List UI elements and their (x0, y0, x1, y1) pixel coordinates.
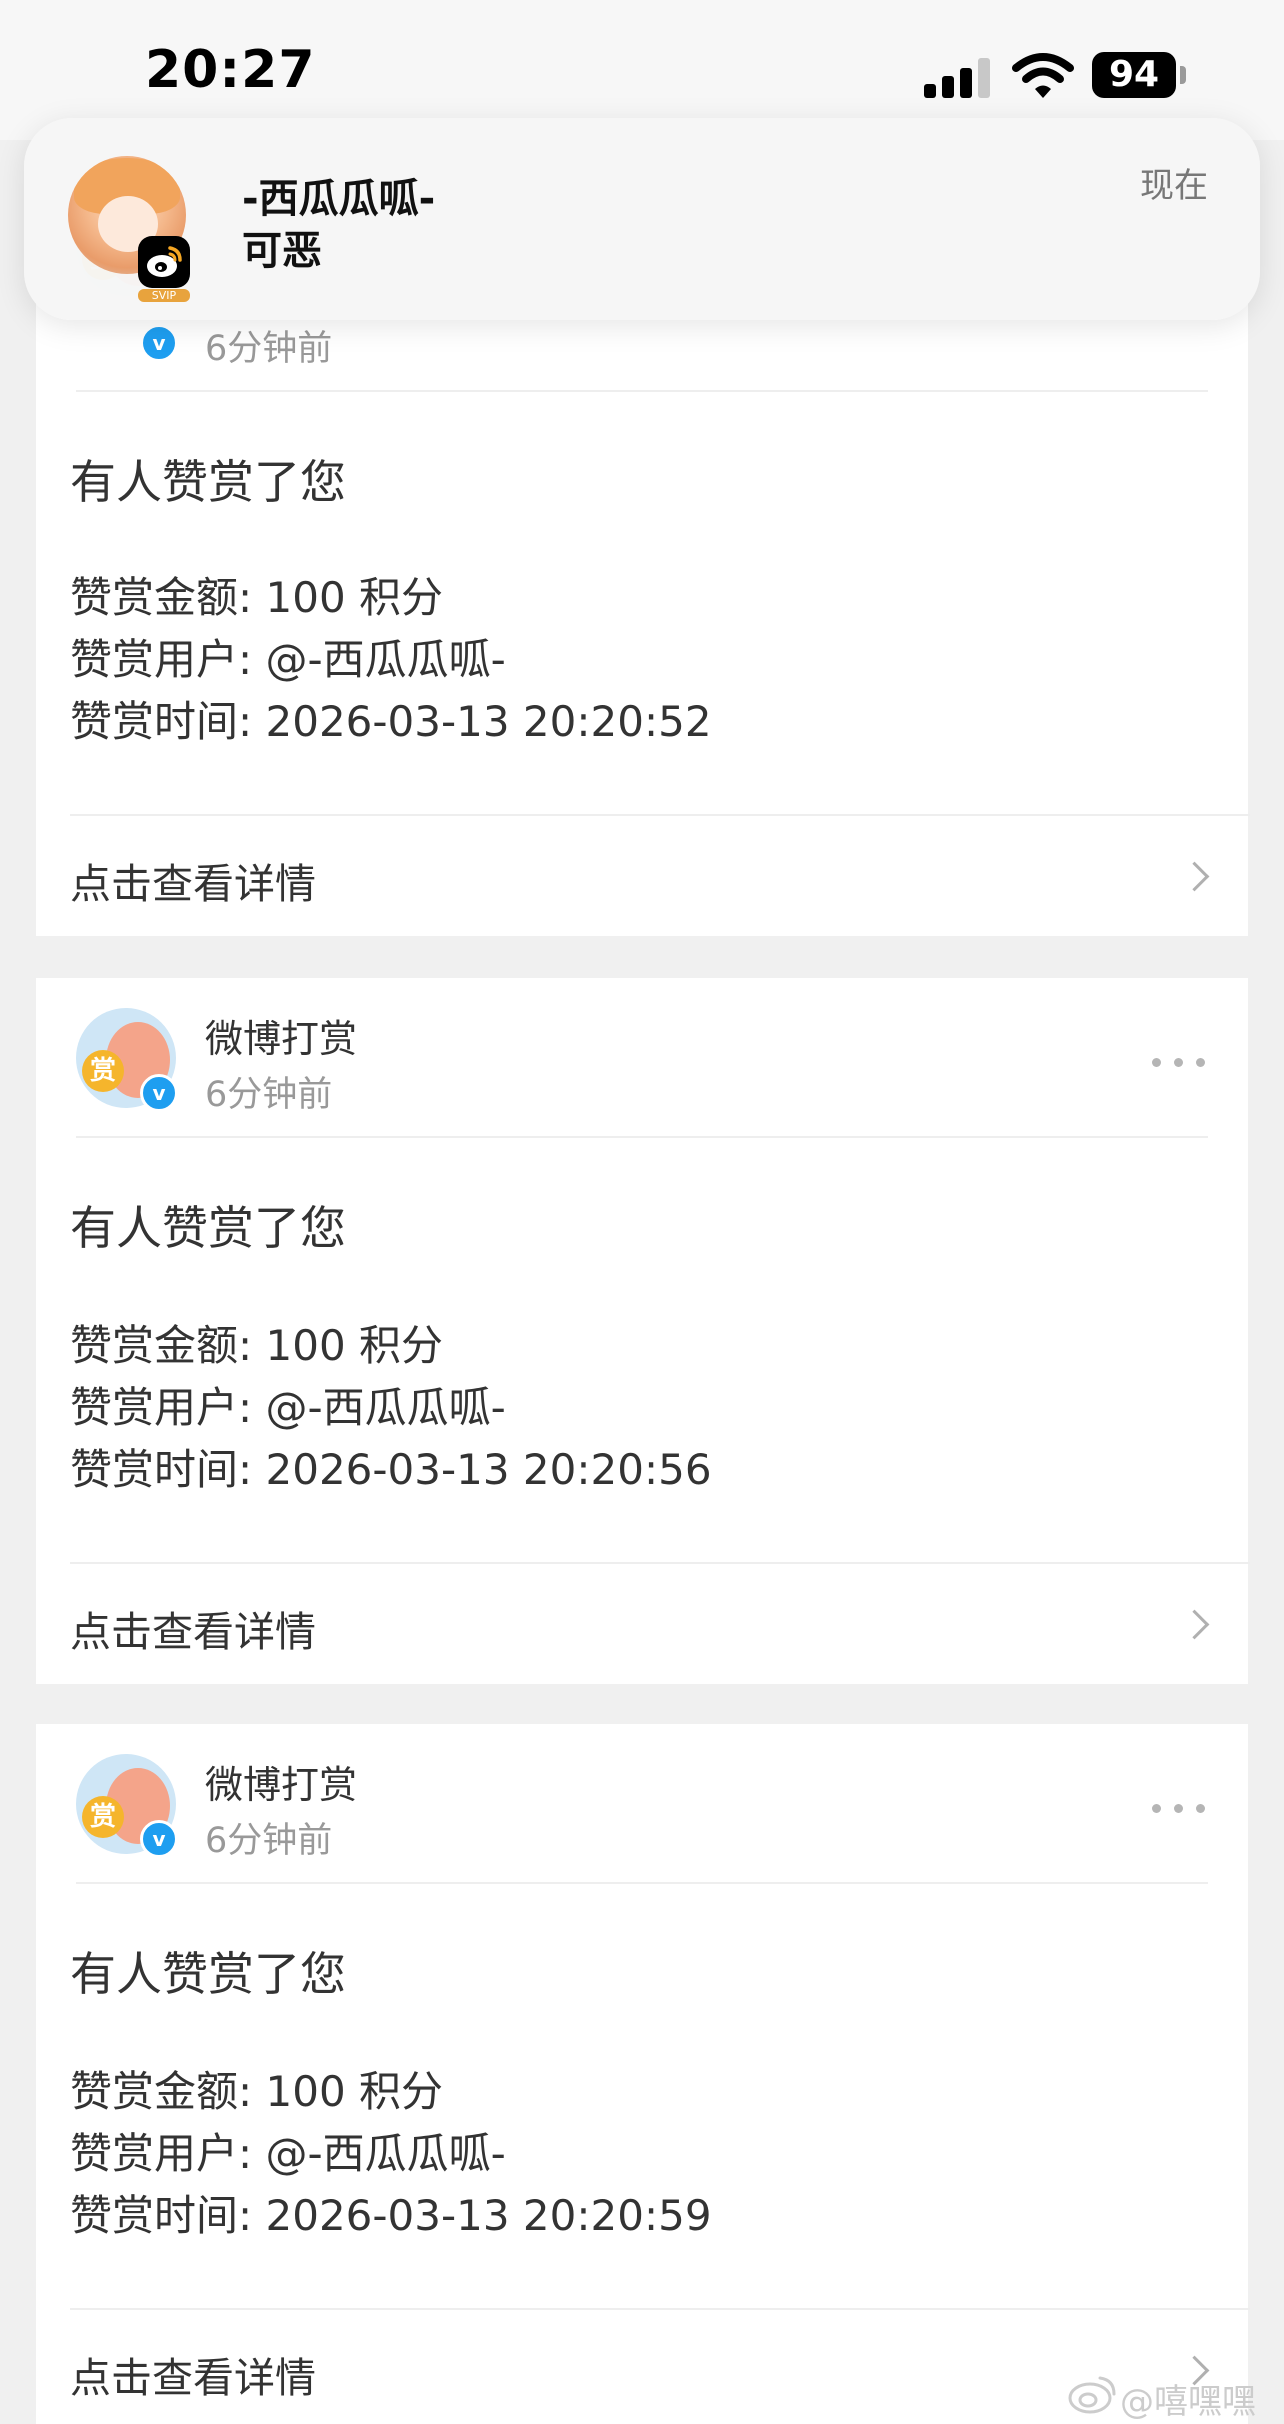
reward-amount: 赞赏金额: 100 积分 (70, 1321, 444, 1370)
reward-user: 赞赏用户: @-西瓜瓜呱- (70, 2129, 506, 2178)
divider (70, 2308, 1250, 2310)
view-details-link[interactable]: 点击查看详情 (70, 1598, 316, 1658)
reward-time: 赞赏时间: 2026-03-13 20:20:52 (70, 697, 712, 746)
more-icon[interactable] (1152, 1058, 1212, 1068)
divider (76, 1882, 1208, 1884)
view-details-link[interactable]: 点击查看详情 (70, 2344, 316, 2404)
notification-banner[interactable]: -西瓜瓜呱- 可恶 现在 (24, 118, 1260, 320)
verified-icon: v (140, 1074, 178, 1112)
svip-badge: SVIP (138, 289, 190, 302)
view-details-link[interactable]: 点击查看详情 (70, 850, 316, 910)
chevron-right-icon[interactable] (1179, 1609, 1210, 1640)
notification-card: 赏 v 微博打赏 6分钟前 有人赞赏了您 赞赏金额: 100 积分 赞赏用户: … (36, 1724, 1250, 2424)
reward-user: 赞赏用户: @-西瓜瓜呱- (70, 1383, 506, 1432)
card-headline: 有人赞赏了您 (70, 1201, 346, 1255)
divider (76, 1136, 1208, 1138)
more-icon[interactable] (1152, 1804, 1212, 1814)
notification-sender: -西瓜瓜呱- (242, 176, 436, 222)
notification-card: 赏 v 微博打赏 6分钟前 有人赞赏了您 赞赏金额: 100 积分 赞赏用户: … (36, 978, 1250, 1684)
avatar-tag: 赏 (82, 1796, 124, 1838)
wifi-icon (1012, 53, 1074, 98)
reward-amount: 赞赏金额: 100 积分 (70, 573, 444, 622)
divider (70, 814, 1250, 816)
battery-tip (1180, 66, 1186, 84)
sender-name[interactable]: 微博打赏 (205, 1754, 357, 1809)
post-time: 6分钟前 (205, 1821, 333, 1861)
notification-time: 现在 (1140, 166, 1208, 206)
divider (76, 390, 1208, 392)
verified-icon: v (140, 1820, 178, 1858)
card-headline: 有人赞赏了您 (70, 1947, 346, 2001)
chevron-right-icon[interactable] (1179, 861, 1210, 892)
reward-time: 赞赏时间: 2026-03-13 20:20:56 (70, 1445, 712, 1494)
sender-name[interactable]: 微博打赏 (205, 1008, 357, 1063)
reward-amount: 赞赏金额: 100 积分 (70, 2067, 444, 2116)
divider (70, 1562, 1250, 1564)
weibo-icon (1068, 2376, 1116, 2414)
watermark: @嘻嘿嘿 (1120, 2382, 1256, 2422)
signal-icon (924, 58, 992, 98)
verified-icon: v (140, 324, 178, 362)
post-time: 6分钟前 (205, 1075, 333, 1115)
notification-message: 可恶 (242, 228, 322, 274)
status-time: 20:27 (145, 40, 316, 100)
avatar-tag: 赏 (82, 1050, 124, 1092)
weibo-icon: SVIP (138, 236, 190, 302)
reward-user: 赞赏用户: @-西瓜瓜呱- (70, 635, 506, 684)
notification-card: 赏 v 6分钟前 有人赞赏了您 赞赏金额: 100 积分 赞赏用户: @-西瓜瓜… (36, 196, 1250, 936)
battery-icon: 94 (1092, 52, 1176, 98)
reward-time: 赞赏时间: 2026-03-13 20:20:59 (70, 2191, 712, 2240)
post-time: 6分钟前 (205, 329, 333, 369)
card-headline: 有人赞赏了您 (70, 455, 346, 509)
